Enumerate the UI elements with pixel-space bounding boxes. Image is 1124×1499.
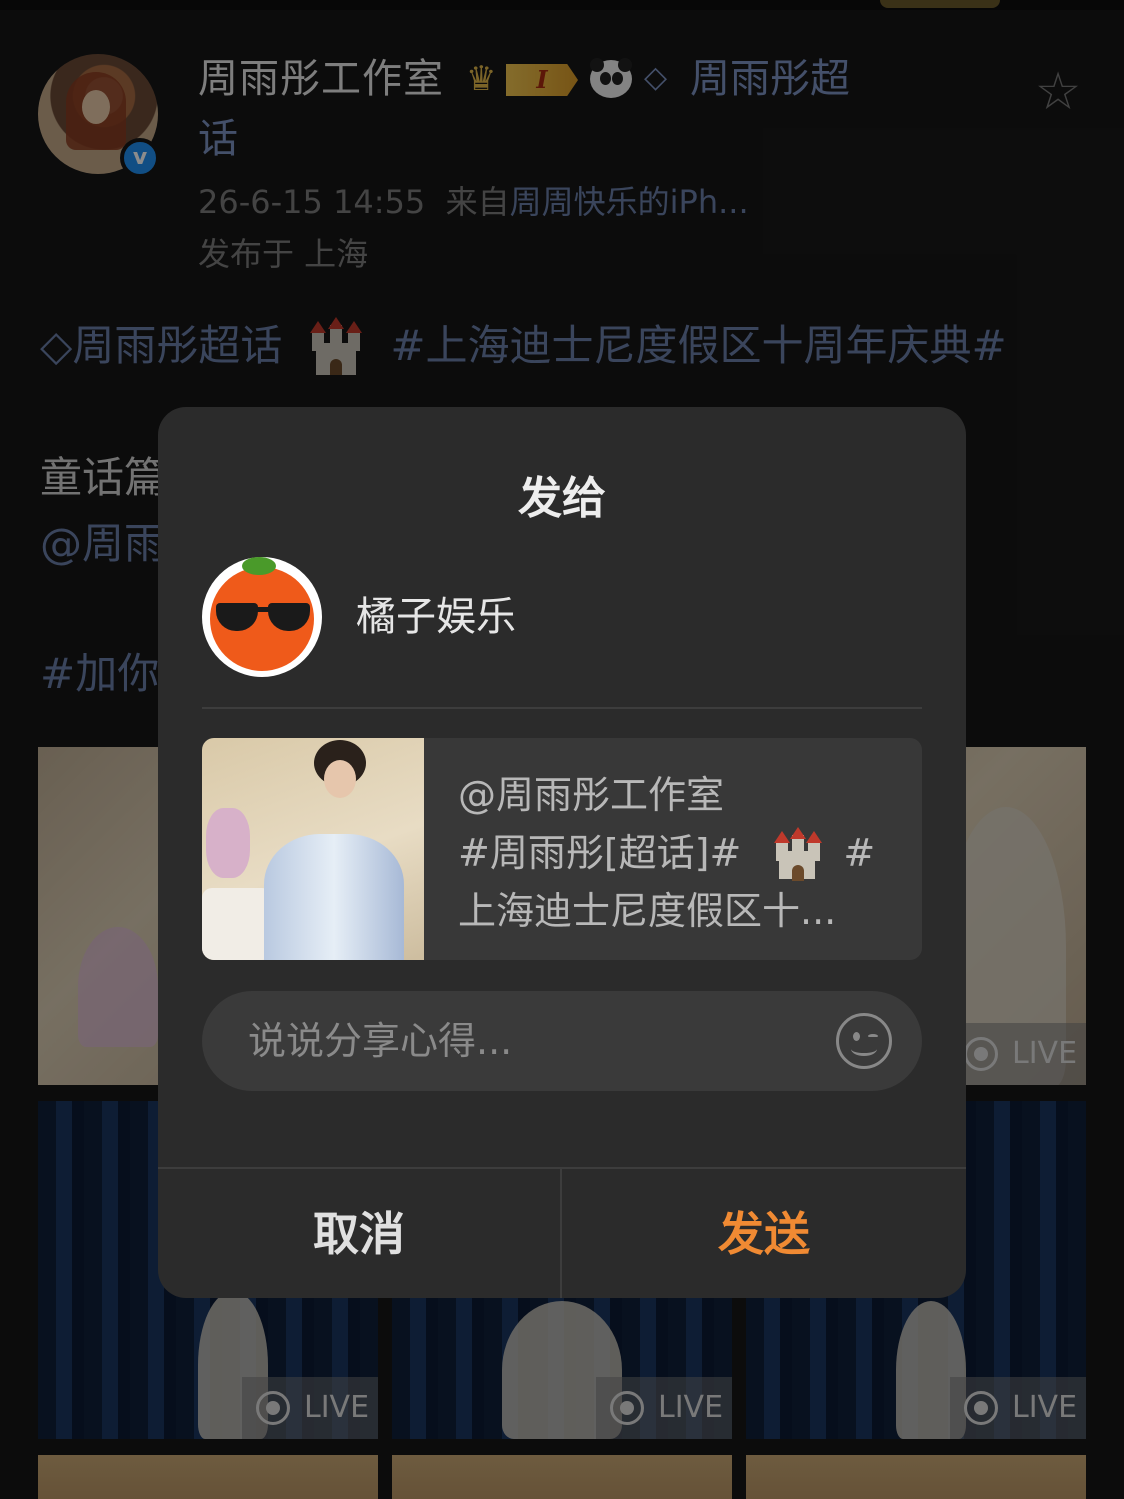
share-dialog: 发给 橘子娱乐 @周雨彤工作室 #周雨彤[超话]# # 上海迪士尼度假区十...… — [158, 407, 966, 1298]
preview-hashtag: 上海迪士尼度假区十... — [458, 889, 837, 933]
castle-emoji-icon — [773, 826, 823, 881]
shared-post-preview: @周雨彤工作室 #周雨彤[超话]# # 上海迪士尼度假区十... — [202, 738, 922, 960]
recipient-name: 橘子娱乐 — [356, 594, 516, 640]
cancel-button[interactable]: 取消 — [158, 1169, 562, 1298]
comment-input[interactable] — [248, 1015, 808, 1067]
send-button[interactable]: 发送 — [562, 1169, 966, 1298]
preview-text: @周雨彤工作室 #周雨彤[超话]# # 上海迪士尼度假区十... — [458, 766, 898, 940]
dialog-title: 发给 — [518, 473, 606, 524]
preview-mention: @周雨彤工作室 — [458, 773, 725, 817]
divider — [202, 707, 922, 709]
preview-thumbnail — [202, 738, 424, 960]
dialog-button-bar: 取消 发送 — [158, 1167, 966, 1298]
sunglasses-icon — [216, 603, 310, 631]
recipient-avatar — [202, 557, 322, 677]
preview-tags: #周雨彤[超话]# # — [458, 824, 898, 882]
emoji-icon[interactable] — [836, 1013, 892, 1069]
comment-field[interactable] — [202, 991, 922, 1091]
